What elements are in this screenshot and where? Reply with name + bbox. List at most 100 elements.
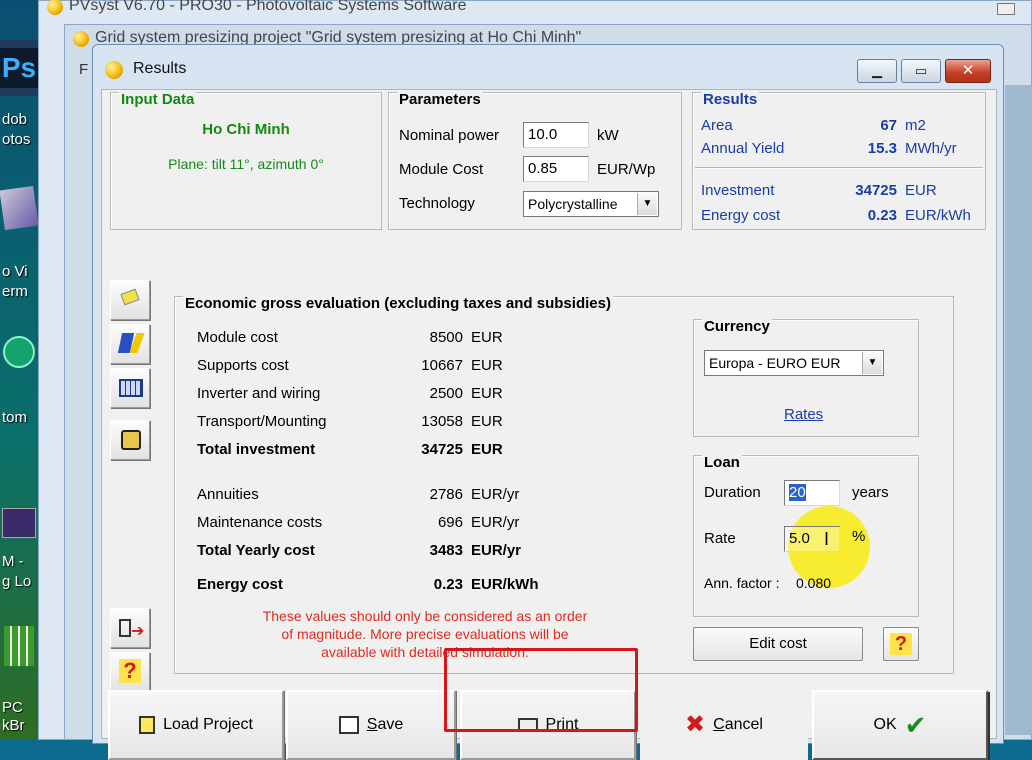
pencil-icon — [120, 288, 140, 306]
rate-input[interactable]: 5.0 — [784, 526, 840, 552]
photoshop-icon: Ps — [0, 48, 38, 88]
module-cost-input[interactable]: 0.85 — [523, 156, 589, 182]
inverter-wiring-row-label: Inverter and wiring — [197, 385, 321, 402]
area-value: 67 — [880, 117, 897, 134]
maximize-button[interactable]: ▭ — [901, 59, 941, 83]
maintenance-row-value: 696 — [437, 514, 463, 531]
help-button[interactable]: ? — [883, 627, 919, 661]
side-help-button[interactable]: ? — [110, 652, 150, 692]
desktop-label: PC — [2, 699, 23, 716]
restore-icon[interactable] — [997, 3, 1015, 15]
maintenance-row-unit: EUR/yr — [471, 514, 520, 531]
side-tool-button-export[interactable]: ➔ — [110, 608, 150, 648]
total-investment-row-value: 34725 — [421, 441, 463, 458]
rates-link[interactable]: Rates — [784, 406, 823, 424]
transport-mounting-row-value: 13058 — [421, 413, 463, 430]
ok-label: OK — [873, 716, 897, 733]
desktop-label: o Vi — [2, 263, 28, 280]
transport-mounting-row-label: Transport/Mounting — [197, 413, 327, 430]
loan-group: Loan Duration 20 years Rate 5.0 I % Ann.… — [693, 454, 919, 617]
investment-value: 34725 — [855, 182, 897, 199]
edit-cost-button[interactable]: Edit cost — [693, 627, 863, 661]
module-cost-unit: EUR/Wp — [597, 161, 656, 178]
desktop-video-icon[interactable] — [0, 180, 39, 236]
nominal-power-unit: kW — [597, 127, 619, 144]
calendar-icon — [119, 379, 143, 397]
side-tool-button-1[interactable] — [110, 280, 150, 320]
total-yearly-row-label: Total Yearly cost — [197, 542, 315, 559]
duration-input[interactable]: 20 — [784, 480, 840, 506]
minimize-button[interactable]: ▁ — [857, 59, 897, 83]
close-button[interactable]: ✕ — [945, 59, 991, 83]
currency-title: Currency — [702, 318, 772, 336]
input-data-title: Input Data — [119, 91, 197, 109]
energy-cost-row-value: 0.23 — [433, 576, 463, 593]
maximize-icon: ▭ — [914, 63, 928, 78]
spreadsheet-icon — [4, 626, 34, 666]
close-icon: ✕ — [961, 62, 975, 79]
currency-value: Europa - EURO EUR — [709, 355, 841, 371]
load-project-button[interactable]: Load Project — [108, 690, 284, 760]
nominal-power-input[interactable]: 10.0 — [523, 122, 589, 148]
nominal-power-label: Nominal power — [399, 127, 500, 144]
transport-mounting-row-unit: EUR — [471, 413, 503, 430]
annual-yield-unit: MWh/yr — [905, 140, 957, 157]
input-data-group: Input Data Ho Chi Minh Plane: tilt 11°, … — [110, 91, 382, 230]
side-tool-button-4[interactable] — [110, 420, 150, 460]
ok-button[interactable]: OK ✔ — [812, 690, 988, 760]
side-tool-button-3[interactable] — [110, 368, 150, 408]
save-button[interactable]: Save — [286, 690, 456, 760]
cancel-button[interactable]: ✖ Cancel — [640, 690, 808, 760]
technology-label: Technology — [399, 195, 475, 212]
plane-orientation: Plane: tilt 11°, azimuth 0° — [168, 156, 324, 172]
media-thumbnail-icon — [2, 508, 36, 538]
save-icon — [338, 716, 359, 734]
inverter-wiring-row-value: 2500 — [429, 385, 463, 402]
module-cost-row-label: Module cost — [197, 329, 278, 346]
results-client-area: Input Data Ho Chi Minh Plane: tilt 11°, … — [101, 89, 997, 760]
window-title: Results — [133, 60, 187, 77]
desktop-pc-icon[interactable] — [0, 620, 38, 676]
desktop-label: g Lo — [2, 573, 32, 590]
menu-letter[interactable]: F — [79, 61, 88, 78]
economy-icon — [121, 430, 141, 450]
desktop-label: dob — [2, 111, 28, 128]
ann-factor-label: Ann. factor : — [704, 575, 780, 591]
pvsyst-title: PVsyst V6.70 - PRO30 - Photovoltaic Syst… — [69, 0, 467, 14]
investment-label: Investment — [701, 182, 775, 199]
desktop-atom-icon[interactable] — [0, 330, 38, 386]
annual-yield-value: 15.3 — [867, 140, 897, 157]
save-label: Save — [366, 716, 404, 733]
currency-group: Currency Europa - EURO EUR ▼ Rates — [693, 318, 919, 437]
atom-icon — [3, 336, 35, 368]
technology-select[interactable]: Polycrystalline ▼ — [523, 191, 659, 217]
maintenance-row-label: Maintenance costs — [197, 514, 323, 531]
help-icon: ? — [119, 659, 141, 683]
export-arrow-icon: ➔ — [131, 623, 145, 640]
currency-select[interactable]: Europa - EURO EUR ▼ — [704, 350, 884, 376]
energy-cost-row-label: Energy cost — [197, 576, 283, 593]
video-file-icon — [0, 185, 39, 231]
side-tool-button-2[interactable] — [110, 324, 150, 364]
total-yearly-row-unit: EUR/yr — [471, 542, 522, 559]
annuities-row-value: 2786 — [429, 486, 463, 503]
desktop-label: tom — [2, 409, 28, 426]
total-investment-row-unit: EUR — [471, 441, 503, 458]
site-name: Ho Chi Minh — [202, 121, 290, 138]
results-window: Results ▁ ▭ ✕ Input Data Ho Chi Minh Pla… — [92, 44, 1004, 760]
economic-title: Economic gross evaluation (excluding tax… — [183, 295, 613, 313]
results-divider — [695, 167, 983, 169]
load-project-label: Load Project — [163, 716, 253, 733]
help-icon: ? — [889, 633, 913, 655]
text-cursor-icon: I — [824, 529, 830, 549]
ann-factor-value: 0.080 — [796, 575, 832, 591]
desktop-media-icon[interactable] — [0, 500, 38, 556]
desktop-label: M - — [2, 553, 24, 570]
project-file-icon — [139, 716, 156, 734]
investment-unit: EUR — [905, 182, 937, 199]
presizing-logo-icon — [73, 31, 89, 47]
duration-unit: years — [852, 484, 889, 501]
technology-value: Polycrystalline — [528, 196, 618, 212]
area-label: Area — [701, 117, 733, 134]
desktop-app-icon[interactable]: Ps — [0, 40, 38, 96]
